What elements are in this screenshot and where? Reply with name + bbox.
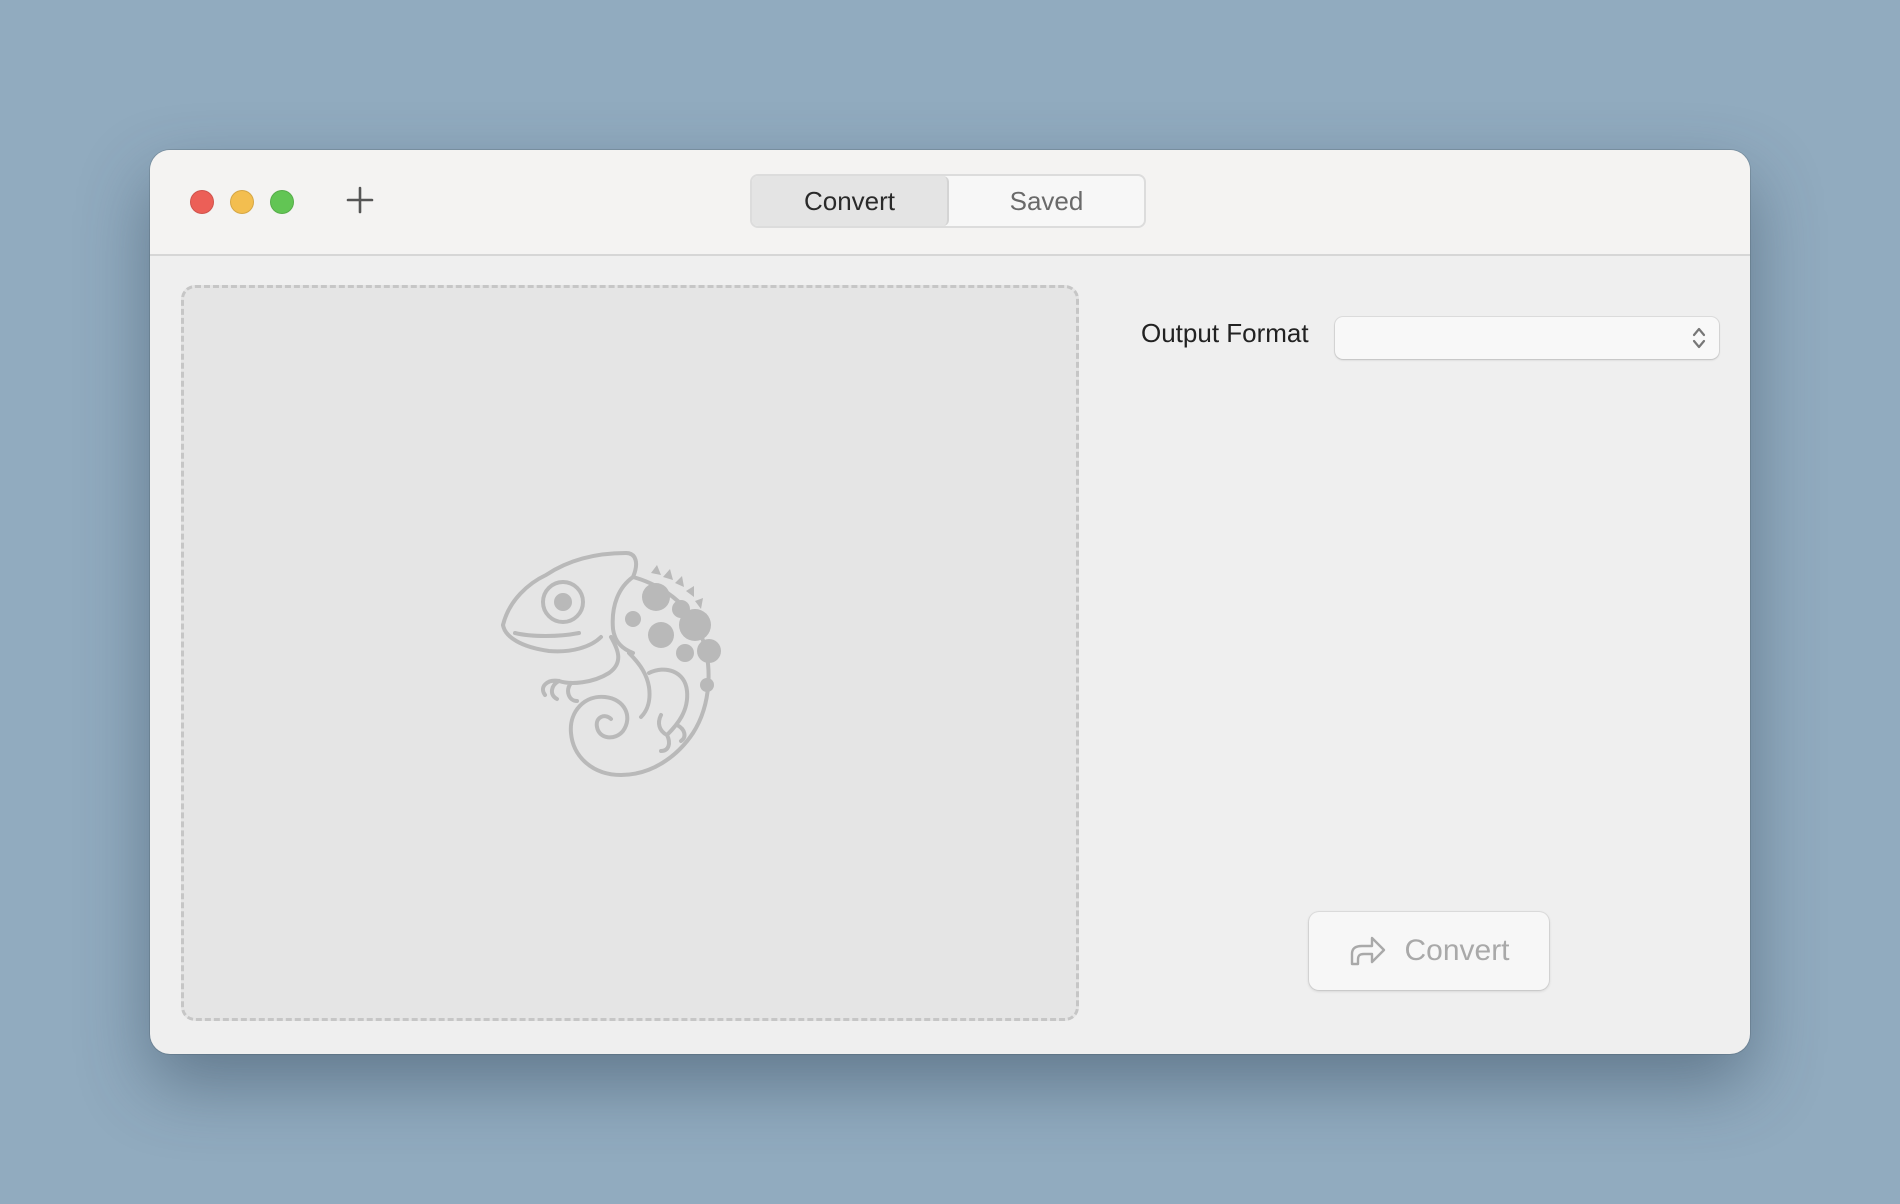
- maximize-window-icon[interactable]: [270, 190, 294, 214]
- minimize-window-icon[interactable]: [230, 190, 254, 214]
- tab-switcher: Convert Saved: [750, 174, 1146, 228]
- app-window: Convert Saved Output Format Convert: [150, 150, 1750, 1054]
- convert-button-label: Convert: [1404, 934, 1510, 967]
- tab-convert[interactable]: Convert: [752, 176, 949, 226]
- output-format-select[interactable]: [1335, 317, 1719, 359]
- add-button[interactable]: [340, 180, 380, 220]
- plus-icon: [346, 186, 374, 214]
- share-arrow-icon: [1351, 936, 1386, 966]
- chevron-up-down-icon: [1692, 327, 1706, 349]
- close-window-icon[interactable]: [190, 190, 214, 214]
- file-drop-zone[interactable]: [181, 285, 1079, 1021]
- chameleon-icon: [501, 551, 721, 777]
- output-format-label: Output Format: [1141, 318, 1309, 348]
- title-bar: Convert Saved: [150, 150, 1750, 256]
- convert-button[interactable]: Convert: [1309, 912, 1549, 990]
- tab-saved[interactable]: Saved: [949, 176, 1144, 226]
